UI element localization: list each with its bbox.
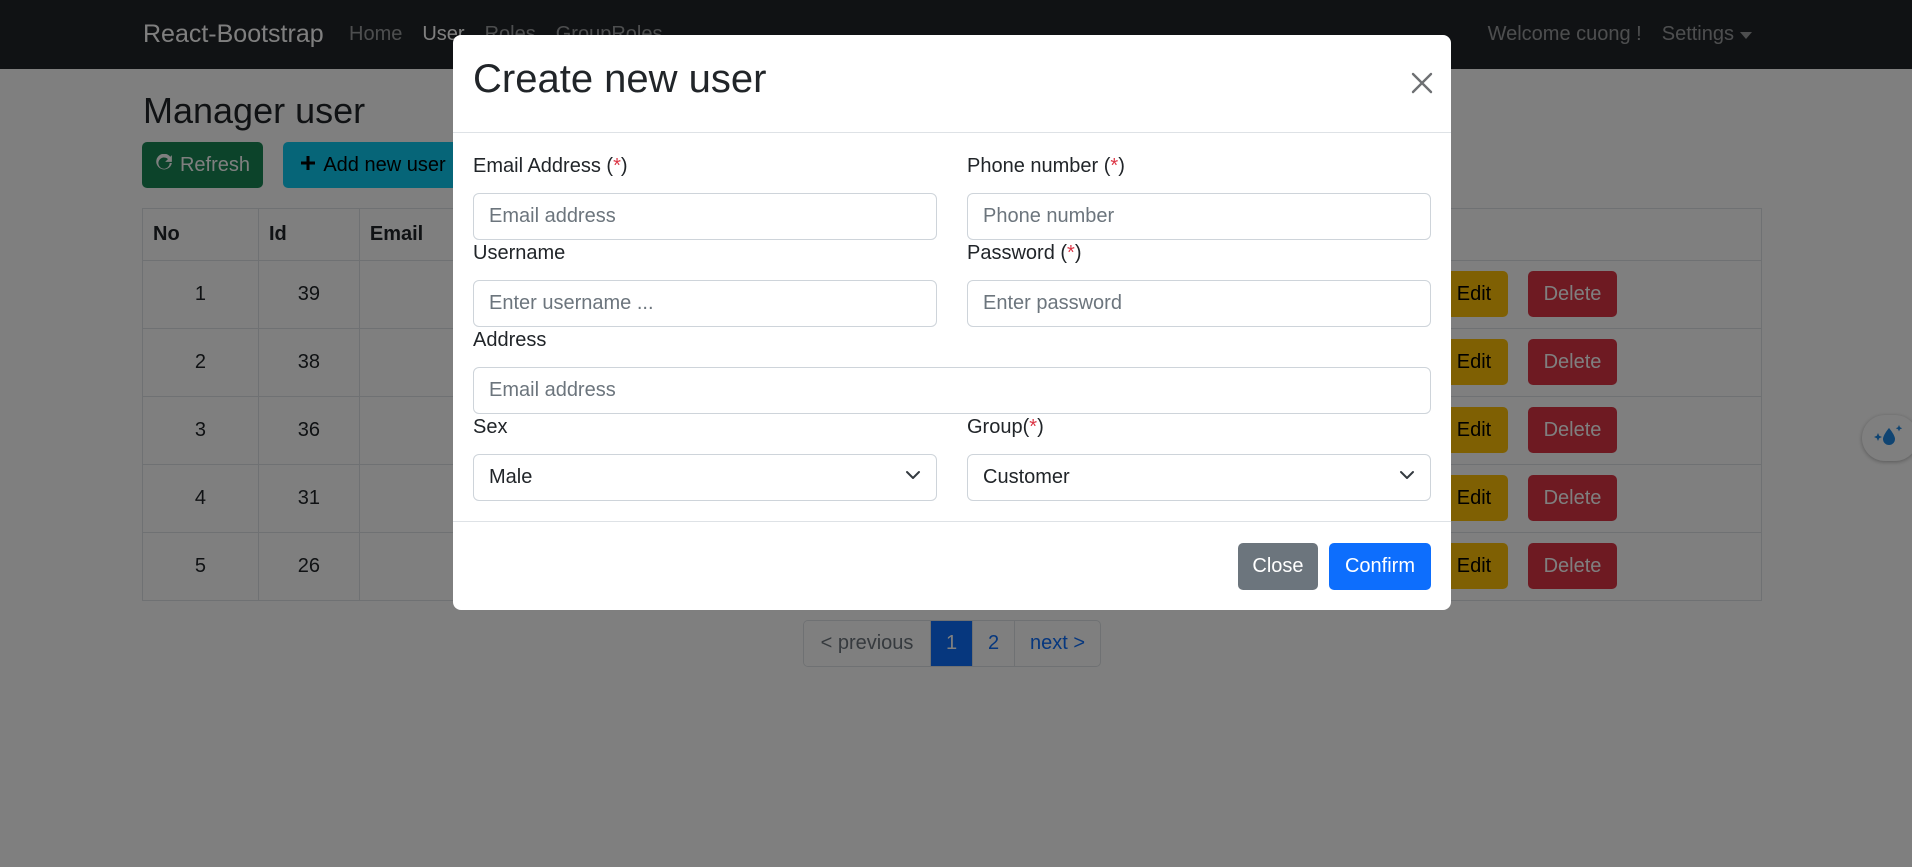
confirm-button[interactable]: Confirm xyxy=(1329,543,1431,590)
sex-field-group: Sex Male xyxy=(473,416,937,501)
group-label-text: Group xyxy=(967,416,1023,438)
username-label: Username xyxy=(473,242,566,264)
email-label: Email Address (*) xyxy=(473,155,628,177)
modal-header: Create new user xyxy=(453,35,1451,133)
create-user-modal: Create new user Email Address (*) Phone … xyxy=(453,35,1451,610)
chevron-down-icon xyxy=(905,466,921,489)
password-label: Password (*) xyxy=(967,242,1082,264)
phone-input[interactable] xyxy=(967,193,1431,240)
password-label-text: Password xyxy=(967,242,1055,264)
group-label: Group(*) xyxy=(967,416,1044,438)
email-field-group: Email Address (*) xyxy=(473,155,937,240)
address-label: Address xyxy=(473,329,547,351)
modal-title: Create new user xyxy=(473,57,767,101)
required-mark: * xyxy=(1029,416,1038,438)
chevron-down-icon xyxy=(1399,466,1415,489)
close-icon[interactable] xyxy=(1408,69,1436,97)
password-field-group: Password (*) xyxy=(967,242,1431,327)
username-field-group: Username xyxy=(473,242,937,327)
username-input[interactable] xyxy=(473,280,937,327)
required-mark: * xyxy=(613,155,621,177)
close-button[interactable]: Close xyxy=(1238,543,1318,590)
sex-label: Sex xyxy=(473,416,508,438)
email-label-text: Email Address xyxy=(473,155,601,177)
required-mark: * xyxy=(1067,242,1075,264)
address-input[interactable] xyxy=(473,367,1431,414)
password-input[interactable] xyxy=(967,280,1431,327)
sex-select[interactable]: Male xyxy=(473,454,937,501)
required-mark: * xyxy=(1110,155,1119,177)
group-select[interactable]: Customer xyxy=(967,454,1431,501)
phone-label-text: Phone number xyxy=(967,155,1099,177)
email-input[interactable] xyxy=(473,193,937,240)
sex-select-value: Male xyxy=(489,466,533,488)
group-field-group: Group(*) Customer xyxy=(967,416,1431,501)
phone-field-group: Phone number (*) xyxy=(967,155,1431,240)
address-field-group: Address xyxy=(473,329,1431,414)
phone-label: Phone number (*) xyxy=(967,155,1125,177)
group-select-value: Customer xyxy=(983,466,1070,488)
